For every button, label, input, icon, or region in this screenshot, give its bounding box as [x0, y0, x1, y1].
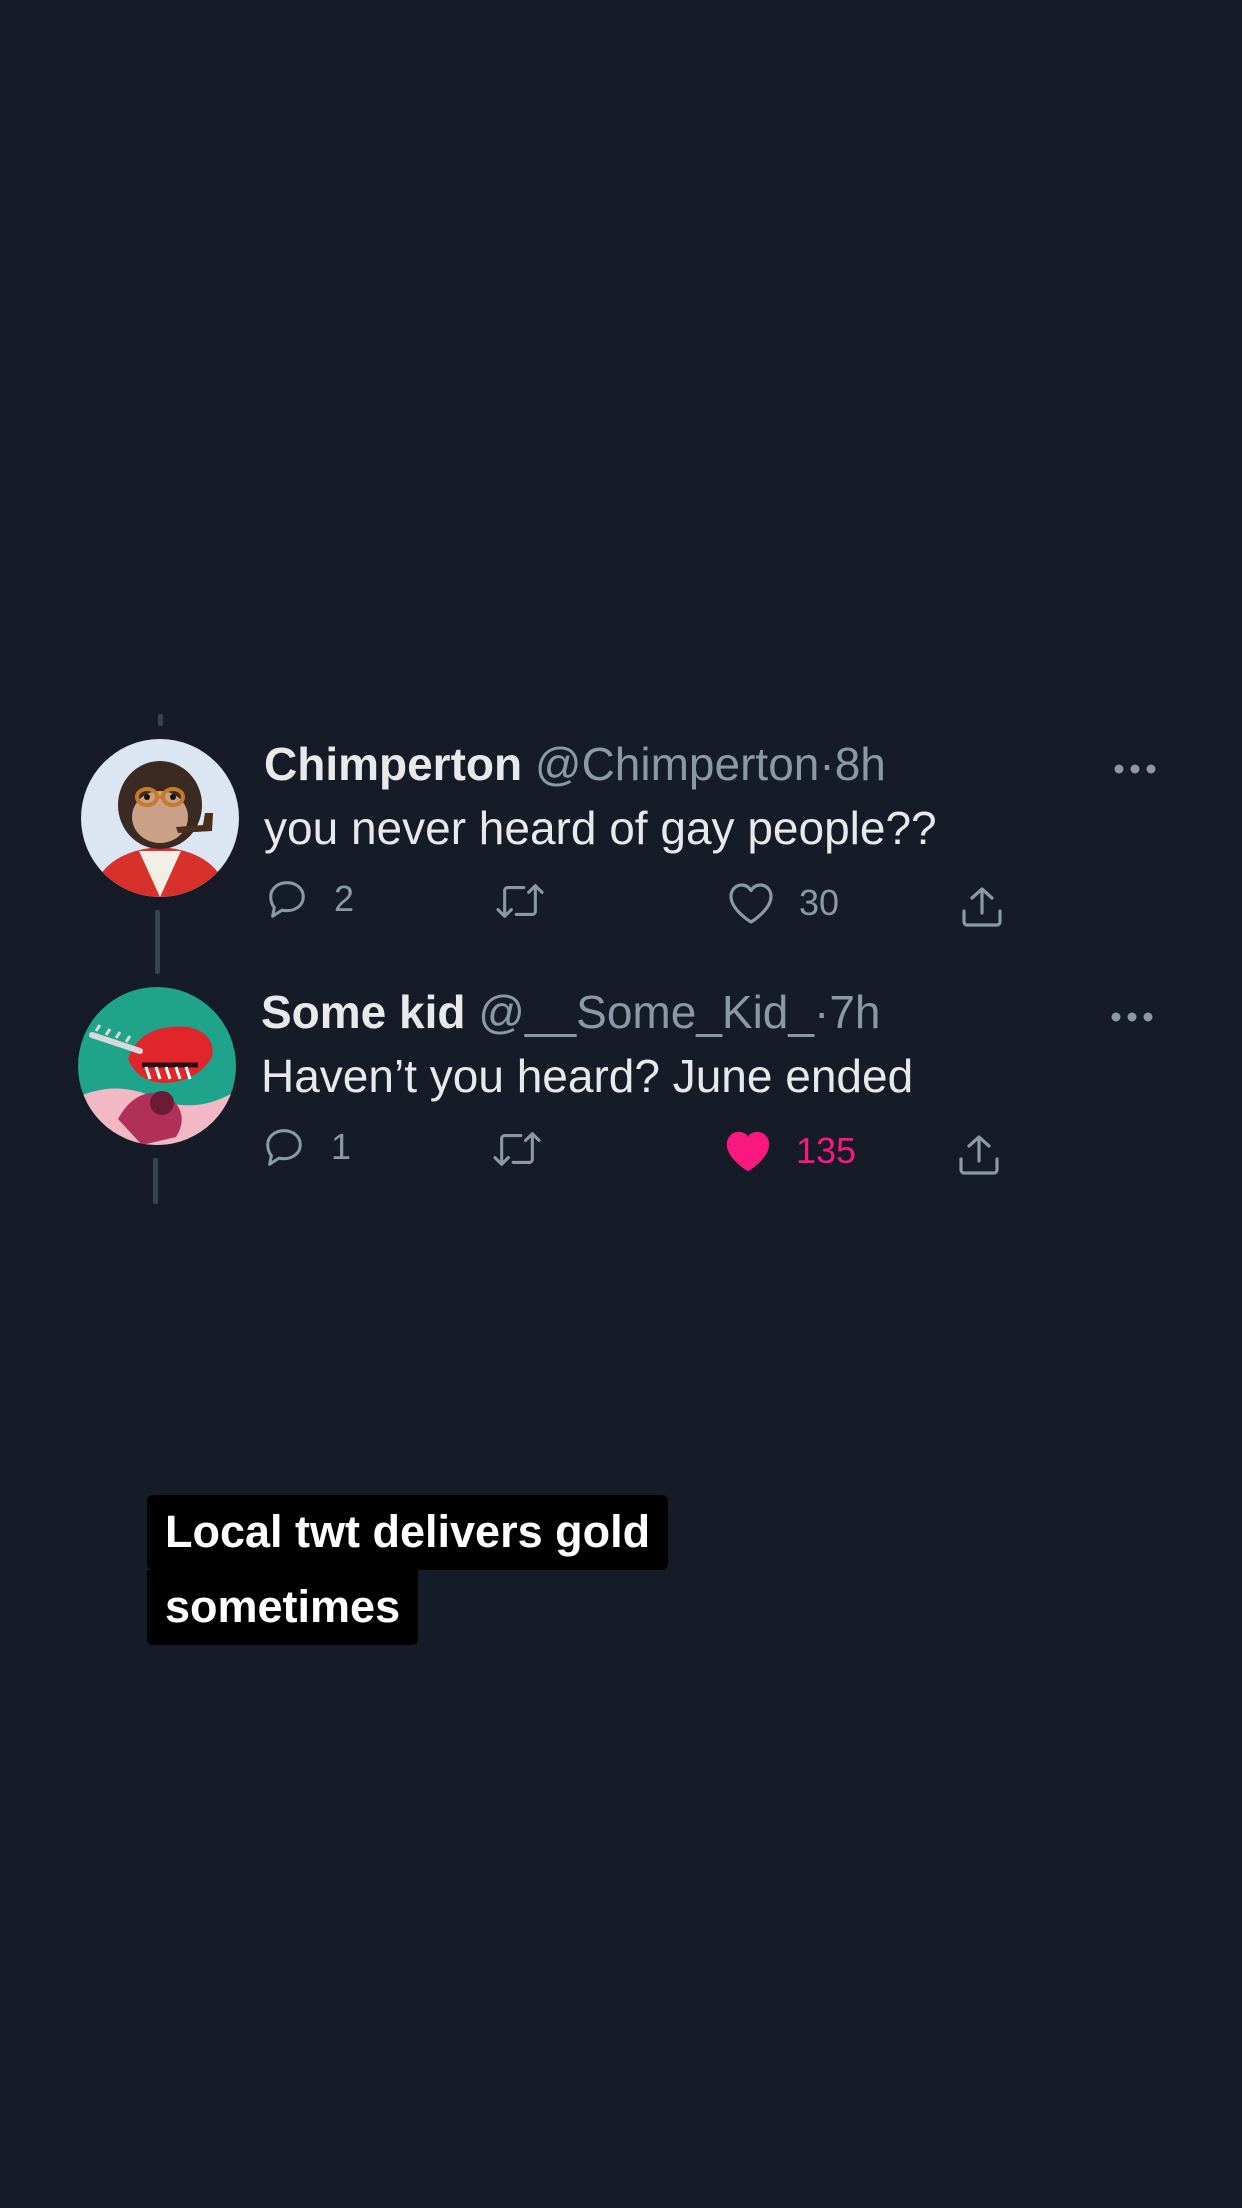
- reply-count: 1: [331, 1126, 352, 1167]
- chimp-avatar[interactable]: [81, 739, 239, 897]
- retweet-button[interactable]: [491, 1126, 543, 1172]
- tweet-text: Haven’t you heard? June ended: [261, 1050, 914, 1102]
- tweet-text: you never heard of gay people??: [264, 802, 937, 854]
- handle[interactable]: @Chimperton: [535, 738, 819, 790]
- chainsaw-character-avatar[interactable]: [78, 987, 236, 1145]
- reply-icon: [266, 1129, 302, 1166]
- reply-icon: [269, 881, 305, 918]
- more-icon[interactable]: [1113, 763, 1157, 775]
- reply-count: 2: [334, 878, 355, 919]
- display-name[interactable]: Chimperton: [264, 738, 522, 790]
- separator: ·: [819, 738, 835, 790]
- caption-line-2: sometimes: [147, 1570, 419, 1645]
- heart-icon: [726, 1131, 770, 1172]
- share-button[interactable]: [955, 1131, 1003, 1179]
- more-icon[interactable]: [1110, 1011, 1154, 1023]
- share-icon: [959, 1135, 999, 1175]
- retweet-icon: [496, 884, 544, 918]
- like-button[interactable]: 30: [727, 881, 839, 925]
- retweet-button[interactable]: [494, 878, 546, 924]
- timestamp[interactable]: 7h: [829, 986, 880, 1038]
- like-count: 135: [796, 1130, 857, 1171]
- heart-icon: [729, 883, 773, 924]
- share-icon: [962, 887, 1002, 927]
- separator: ·: [813, 986, 830, 1038]
- tweet-header: Some kid @__Some_Kid_·7h: [261, 989, 880, 1035]
- share-button[interactable]: [958, 883, 1006, 931]
- thread-line-bottom: [153, 1158, 158, 1204]
- timestamp[interactable]: 8h: [835, 738, 886, 790]
- caption: Local twt delivers gold sometimes: [147, 1495, 669, 1645]
- like-button[interactable]: 135: [724, 1129, 856, 1173]
- handle[interactable]: @__Some_Kid_: [478, 986, 814, 1038]
- thread-line-connector: [155, 910, 160, 974]
- caption-line-1: Local twt delivers gold: [147, 1495, 669, 1570]
- thread-line-top: [158, 714, 163, 726]
- reply-button[interactable]: 1: [261, 1124, 351, 1170]
- retweet-icon: [493, 1132, 541, 1166]
- like-count: 30: [799, 882, 840, 923]
- reply-button[interactable]: 2: [264, 876, 354, 922]
- display-name[interactable]: Some kid: [261, 986, 466, 1038]
- tweet-header: Chimperton @Chimperton·8h: [264, 741, 886, 787]
